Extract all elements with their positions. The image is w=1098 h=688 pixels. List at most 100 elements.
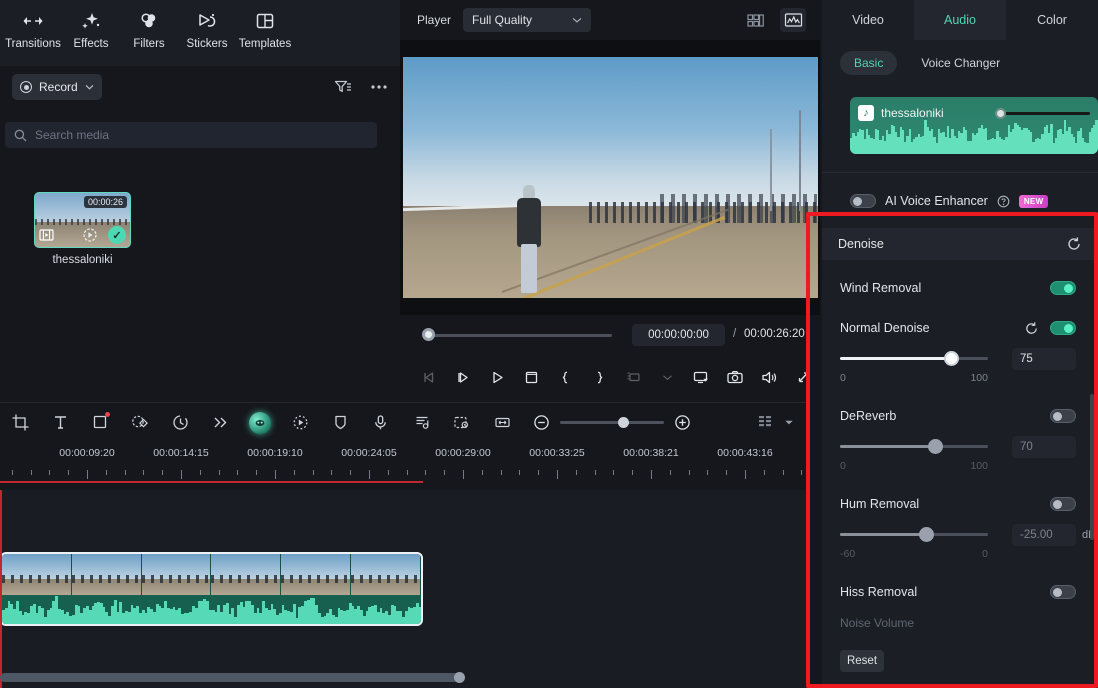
ruler-tick xyxy=(801,470,802,475)
normal-denoise-value-field[interactable]: 75 xyxy=(1012,348,1076,370)
more-options-icon[interactable] xyxy=(370,84,388,90)
timeline-grid-chevron-icon[interactable] xyxy=(784,419,794,426)
normal-denoise-reset-icon[interactable] xyxy=(1024,321,1039,336)
timeline-horizontal-scrollbar[interactable] xyxy=(0,672,465,683)
search-input[interactable] xyxy=(35,128,368,142)
prev-frame-button[interactable] xyxy=(412,363,446,391)
crop-icon[interactable] xyxy=(0,403,40,443)
wind-removal-toggle[interactable] xyxy=(1050,281,1076,295)
category-filters[interactable]: Filters xyxy=(120,8,178,50)
play-button[interactable] xyxy=(480,363,514,391)
dereverb-value-field[interactable]: 70 xyxy=(1012,436,1076,458)
quality-select[interactable]: Full Quality xyxy=(463,8,592,32)
dereverb-handle[interactable] xyxy=(928,439,943,454)
keyframe-icon[interactable] xyxy=(120,403,160,443)
hum-removal-value-field[interactable]: -25.00 xyxy=(1012,524,1076,546)
current-time-field[interactable]: 00:00:00:00 xyxy=(632,324,725,346)
help-icon[interactable] xyxy=(997,195,1010,208)
tab-audio[interactable]: Audio xyxy=(914,0,1006,40)
render-chevron-button[interactable] xyxy=(650,363,684,391)
filter-icon[interactable] xyxy=(334,79,352,95)
ai-portrait-icon[interactable] xyxy=(240,403,280,443)
search-icon xyxy=(14,129,27,142)
motion-tracking-icon[interactable] xyxy=(280,403,320,443)
preview-lamp-post xyxy=(798,110,801,212)
seek-handle[interactable] xyxy=(422,328,435,341)
timeline-ruler[interactable]: 00:00:09:20 00:00:14:15 00:00:19:10 00:00:2… xyxy=(0,442,808,490)
ruler-tick xyxy=(125,470,126,475)
playhead[interactable] xyxy=(0,490,2,688)
hum-removal-toggle[interactable] xyxy=(1050,497,1076,511)
screen-mode-button[interactable] xyxy=(684,363,718,391)
dereverb-toggle[interactable] xyxy=(1050,409,1076,423)
more-chevrons-icon[interactable] xyxy=(200,403,240,443)
ruler-tick xyxy=(726,470,727,475)
fit-icon[interactable] xyxy=(482,403,522,443)
shield-icon[interactable] xyxy=(320,403,360,443)
audio-volume-slider[interactable] xyxy=(995,107,1090,119)
timeline-grid-icon[interactable] xyxy=(758,414,778,431)
media-thumbnail[interactable]: 00:00:26 ✓ xyxy=(34,192,131,248)
denoise-reset-icon[interactable] xyxy=(1066,236,1082,252)
tab-color[interactable]: Color xyxy=(1006,0,1098,40)
media-item-label: thessaloniki xyxy=(52,254,113,266)
timeline-tracks[interactable] xyxy=(0,490,808,688)
category-stickers[interactable]: Stickers xyxy=(178,8,236,50)
render-preview-button[interactable] xyxy=(616,363,650,391)
category-effects[interactable]: Effects xyxy=(62,8,120,50)
waveform-scope-icon[interactable] xyxy=(780,8,806,32)
record-button[interactable]: Record xyxy=(12,74,102,100)
scrollbar-grip[interactable] xyxy=(454,672,465,683)
camera-snapshot-button[interactable] xyxy=(718,363,752,391)
properties-panel-scrollbar[interactable] xyxy=(1090,394,1094,540)
audio-volume-handle[interactable] xyxy=(995,107,1006,119)
zoom-slider[interactable] xyxy=(560,417,664,428)
scene-detect-icon[interactable] xyxy=(442,403,482,443)
grid-layout-icon[interactable] xyxy=(742,8,768,32)
speed-icon[interactable] xyxy=(160,403,200,443)
denoise-section-header: Denoise xyxy=(822,228,1098,260)
hum-removal-controls xyxy=(1050,497,1076,511)
subtab-voice-changer[interactable]: Voice Changer xyxy=(907,51,1014,75)
denoise-reset-button[interactable]: Reset xyxy=(840,650,884,672)
music-note-icon: ♪ xyxy=(858,105,874,121)
normal-denoise-toggle[interactable] xyxy=(1050,321,1076,335)
hiss-removal-label: Hiss Removal xyxy=(840,585,918,599)
ruler-tick xyxy=(407,470,408,475)
normal-denoise-handle[interactable] xyxy=(944,351,959,366)
category-transitions[interactable]: Transitions xyxy=(4,8,62,50)
fullscreen-button[interactable] xyxy=(786,363,820,391)
preview-play-icon[interactable] xyxy=(82,227,98,243)
subtab-basic[interactable]: Basic xyxy=(840,51,898,75)
preview-stage xyxy=(400,40,820,315)
audio-clip-card[interactable]: ♪ thessaloniki xyxy=(850,97,1098,154)
audio-detach-icon[interactable] xyxy=(402,403,442,443)
voice-icon[interactable] xyxy=(360,403,400,443)
mark-out-button[interactable] xyxy=(582,363,616,391)
ai-portrait-bubble xyxy=(249,411,271,434)
volume-button[interactable] xyxy=(752,363,786,391)
zoom-slider-handle[interactable] xyxy=(618,417,629,428)
video-clip-thessaloniki[interactable] xyxy=(0,552,423,626)
text-icon[interactable] xyxy=(40,403,80,443)
video-preview[interactable] xyxy=(402,57,818,298)
stop-button[interactable] xyxy=(514,363,548,391)
range-min: 0 xyxy=(840,372,846,384)
normal-denoise-label: Normal Denoise xyxy=(840,321,930,335)
seek-bar[interactable] xyxy=(422,328,612,341)
search-media-box[interactable] xyxy=(5,122,377,148)
hiss-removal-toggle[interactable] xyxy=(1050,585,1076,599)
zoom-in-icon[interactable] xyxy=(673,413,692,432)
mask-icon[interactable] xyxy=(80,403,120,443)
clip-frame xyxy=(71,554,142,595)
chevron-down-icon xyxy=(85,84,94,90)
mark-in-button[interactable] xyxy=(548,363,582,391)
next-frame-button[interactable] xyxy=(446,363,480,391)
ai-voice-enhancer-toggle[interactable] xyxy=(850,194,876,208)
dereverb-value: 70 xyxy=(1020,441,1033,453)
tab-video[interactable]: Video xyxy=(822,0,914,40)
media-item-thessaloniki[interactable]: 00:00:26 ✓ thessaloniki xyxy=(34,192,131,266)
zoom-out-icon[interactable] xyxy=(532,413,551,432)
hum-removal-handle[interactable] xyxy=(919,527,934,542)
category-templates[interactable]: Templates xyxy=(236,8,294,50)
